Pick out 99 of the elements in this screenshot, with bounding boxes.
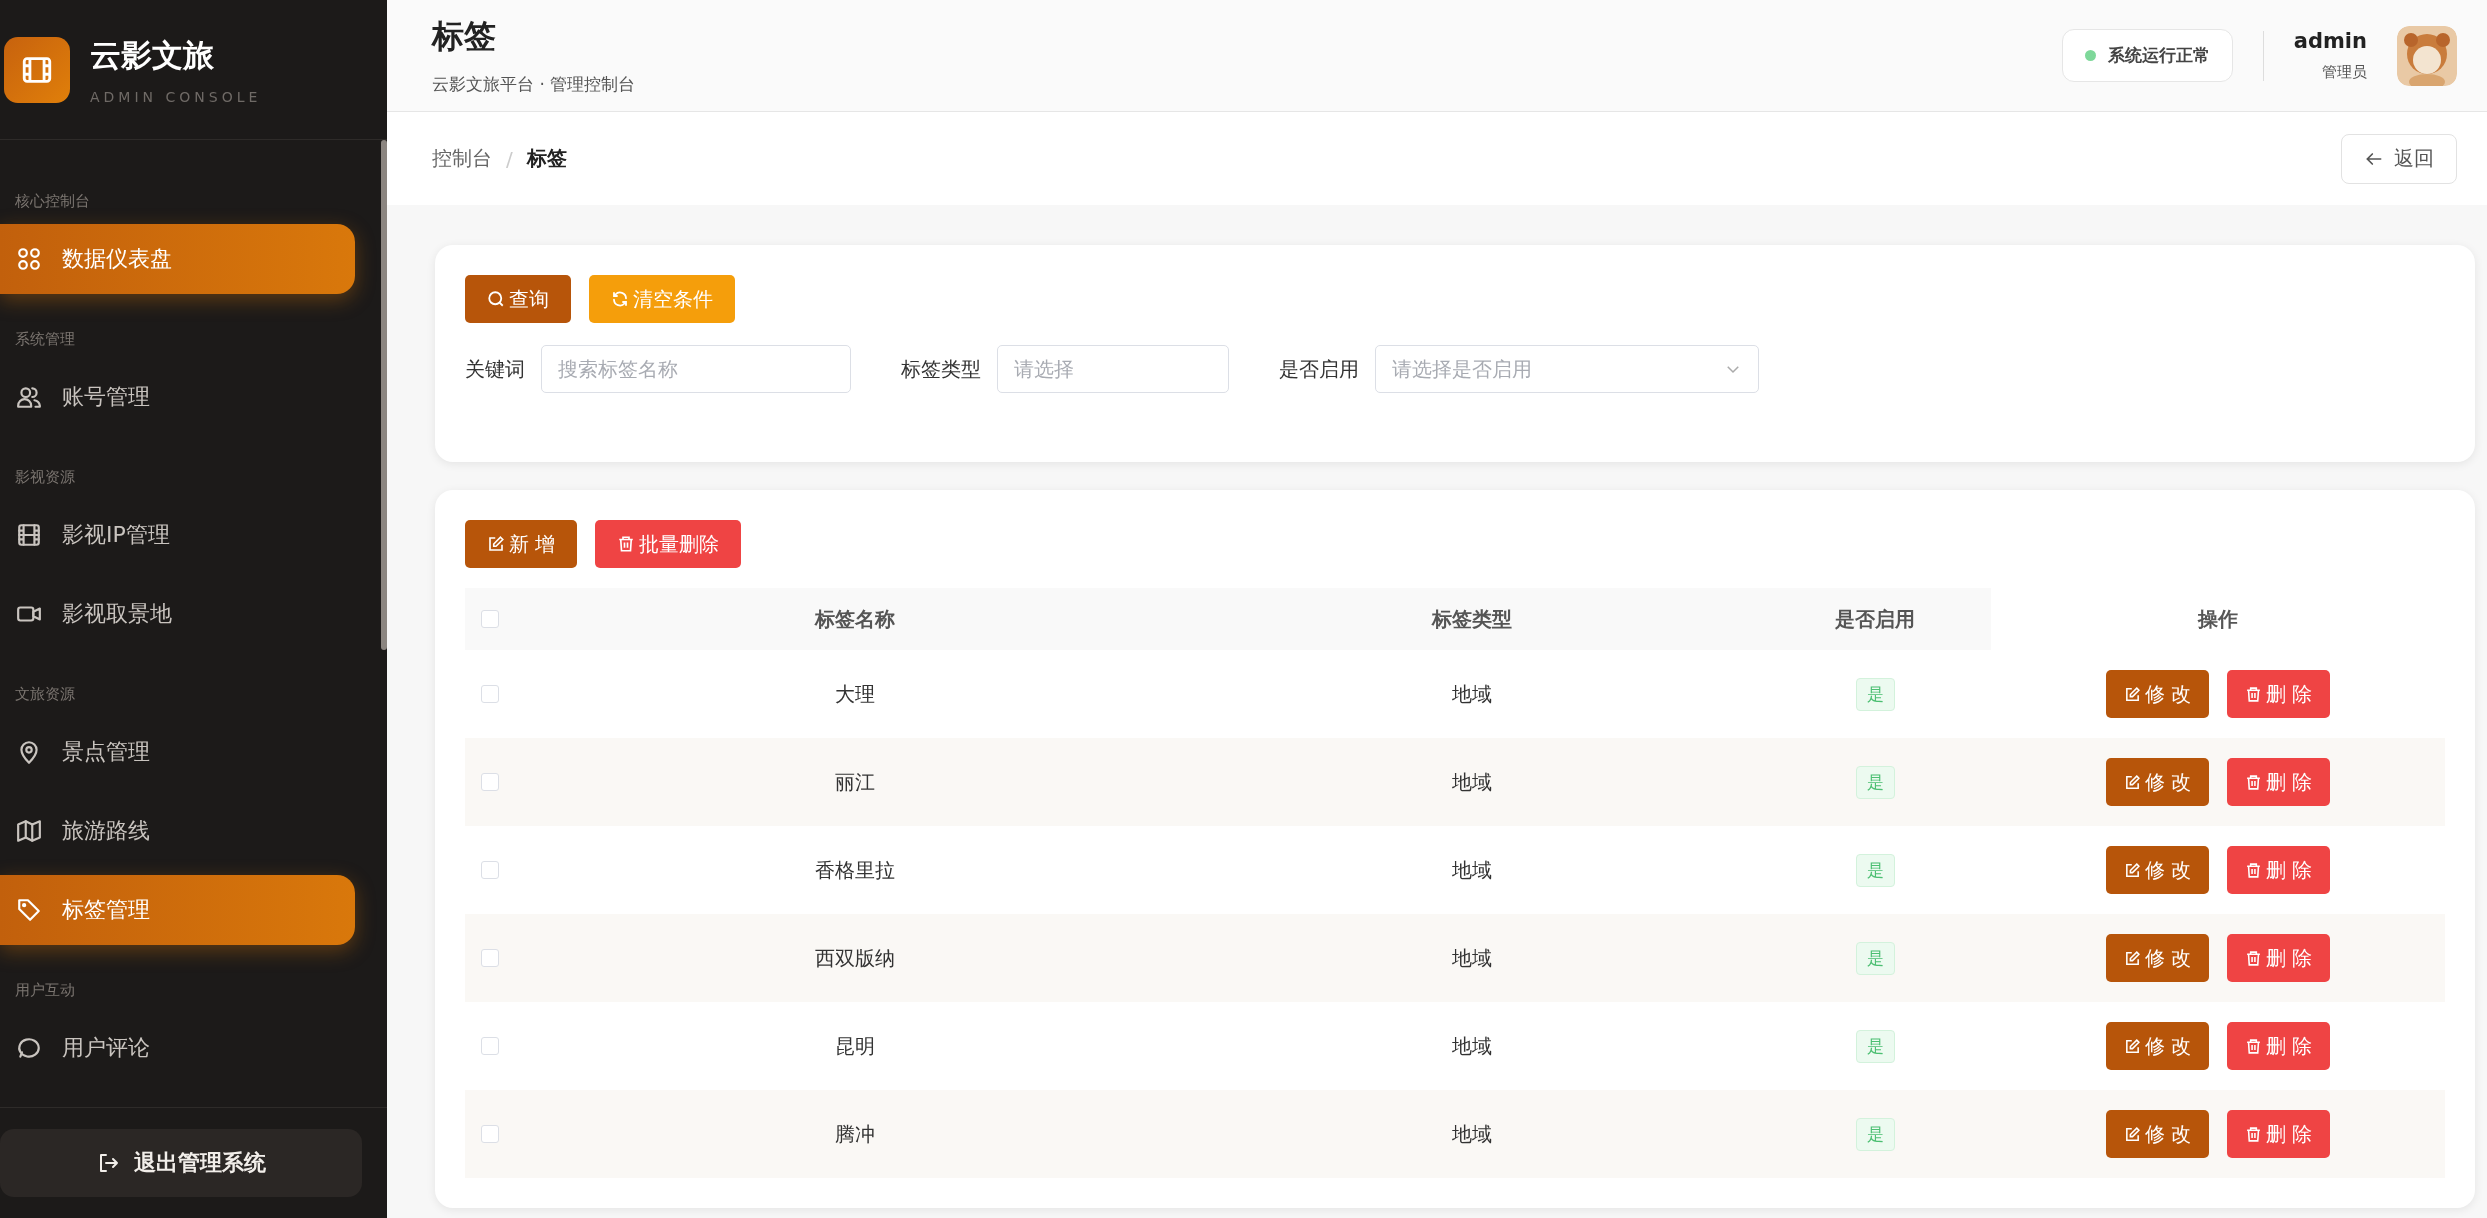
user-name: admin (2293, 29, 2367, 53)
checkbox[interactable] (481, 610, 499, 628)
trash-icon (617, 535, 636, 553)
checkbox[interactable] (481, 1125, 499, 1143)
scrollbar[interactable] (381, 140, 387, 650)
menu-group-label: 影视资源 (14, 467, 76, 488)
trash-icon (2245, 949, 2262, 967)
edit-icon (2123, 861, 2141, 879)
table-cell: 西双版纳 (815, 944, 895, 972)
map-icon (16, 818, 42, 844)
delete-button[interactable]: 删 除 (2227, 846, 2331, 894)
input-field[interactable]: 搜索标签名称 (541, 345, 851, 393)
field-label: 标签类型 (901, 355, 981, 383)
chat-bubble-icon (16, 1035, 42, 1061)
trash-icon (2245, 1037, 2262, 1055)
table-cell: 昆明 (835, 1032, 875, 1060)
trash-icon (2245, 861, 2262, 879)
edit-button[interactable]: 修 改 (2105, 1022, 2209, 1070)
edit-button[interactable]: 修 改 (2105, 1110, 2209, 1158)
status-tag: 是 (1855, 677, 1895, 711)
column-header: 标签类型 (1432, 605, 1512, 633)
page-title: 标签 (432, 16, 497, 57)
checkbox[interactable] (481, 685, 499, 703)
trash-icon (2245, 685, 2262, 703)
users-icon (16, 384, 42, 410)
field-label: 是否启用 (1279, 355, 1359, 383)
menu-group-label: 用户互动 (14, 980, 76, 1001)
edit-icon (2123, 685, 2141, 703)
trash-icon (2245, 773, 2262, 791)
menu-group-label: 核心控制台 (14, 191, 91, 212)
checkbox[interactable] (481, 773, 499, 791)
edit-button[interactable]: 修 改 (2105, 758, 2209, 806)
refresh-icon (611, 290, 629, 308)
table-cell: 腾冲 (835, 1120, 875, 1148)
checkbox[interactable] (481, 949, 499, 967)
breadcrumb-current: 标签 (526, 145, 567, 172)
edit-icon (2123, 773, 2141, 791)
table-cell: 地域 (1452, 1032, 1492, 1060)
delete-button[interactable]: 删 除 (2227, 1022, 2331, 1070)
sidebar-item[interactable]: 账号管理 (0, 362, 355, 432)
tag-icon (16, 897, 42, 923)
delete-button[interactable]: 删 除 (2227, 934, 2331, 982)
column-header: 操作 (2198, 605, 2238, 633)
edit-icon (2123, 1037, 2141, 1055)
sidebar-item[interactable]: 用户评论 (0, 1013, 355, 1083)
status-tag: 是 (1855, 1117, 1895, 1151)
table-cell: 香格里拉 (815, 856, 895, 884)
film-icon (16, 522, 42, 548)
breadcrumb-separator: / (506, 146, 513, 171)
edit-icon (2123, 1125, 2141, 1143)
trash-icon (2245, 1125, 2262, 1143)
search-icon (487, 290, 505, 308)
delete-button[interactable]: 删 除 (2227, 758, 2331, 806)
sidebar-item[interactable]: 景点管理 (0, 717, 355, 787)
logout-button[interactable]: 退出管理系统 (0, 1129, 362, 1197)
status-dot-icon (2084, 50, 2096, 61)
input-field[interactable]: 请选择 (997, 345, 1229, 393)
sidebar-item[interactable]: 旅游路线 (0, 796, 355, 866)
page-subtitle: 云影文旅平台 · 管理控制台 (432, 73, 636, 96)
breadcrumb-link[interactable]: 控制台 (432, 145, 492, 172)
back-button[interactable]: 返回 (2341, 133, 2457, 184)
sidebar-item[interactable]: 标签管理 (0, 875, 355, 945)
menu-group-label: 系统管理 (14, 329, 76, 350)
status-tag: 是 (1855, 941, 1895, 975)
edit-button[interactable]: 修 改 (2105, 670, 2209, 718)
status-tag: 是 (1855, 853, 1895, 887)
table-cell: 大理 (835, 680, 875, 708)
edit-button[interactable]: 修 改 (2105, 934, 2209, 982)
search-button[interactable]: 查询 (465, 275, 571, 323)
table-cell: 地域 (1452, 1120, 1492, 1148)
table-cell: 地域 (1452, 944, 1492, 972)
checkbox[interactable] (481, 861, 499, 879)
menu-group-label: 文旅资源 (14, 684, 76, 705)
status-tag: 是 (1855, 1029, 1895, 1063)
brand-title: 云影文旅 (90, 35, 215, 75)
user-role: 管理员 (2321, 63, 2367, 82)
column-header: 是否启用 (1835, 605, 1915, 633)
status-text: 系统运行正常 (2107, 44, 2210, 67)
table-cell: 地域 (1452, 768, 1492, 796)
edit-icon (487, 535, 505, 553)
table-cell: 地域 (1452, 856, 1492, 884)
grid-icon (16, 246, 42, 272)
column-header: 标签名称 (815, 605, 895, 633)
edit-button[interactable]: 修 改 (2105, 846, 2209, 894)
status-tag: 是 (1855, 765, 1895, 799)
sidebar-item[interactable]: 数据仪表盘 (0, 224, 355, 294)
delete-button[interactable]: 删 除 (2227, 670, 2331, 718)
add-button[interactable]: 新 增 (465, 520, 578, 568)
table-cell: 地域 (1452, 680, 1492, 708)
edit-icon (2123, 949, 2141, 967)
batch-delete-button[interactable]: 批量删除 (595, 520, 742, 568)
field-label: 关键词 (465, 355, 525, 383)
logo-icon (4, 36, 70, 103)
delete-button[interactable]: 删 除 (2227, 1110, 2331, 1158)
brand-subtitle: ADMIN CONSOLE (90, 88, 262, 105)
sidebar-item[interactable]: 影视取景地 (0, 579, 355, 649)
table-cell: 丽江 (835, 768, 875, 796)
sidebar-item[interactable]: 影视IP管理 (0, 500, 355, 570)
checkbox[interactable] (481, 1037, 499, 1055)
